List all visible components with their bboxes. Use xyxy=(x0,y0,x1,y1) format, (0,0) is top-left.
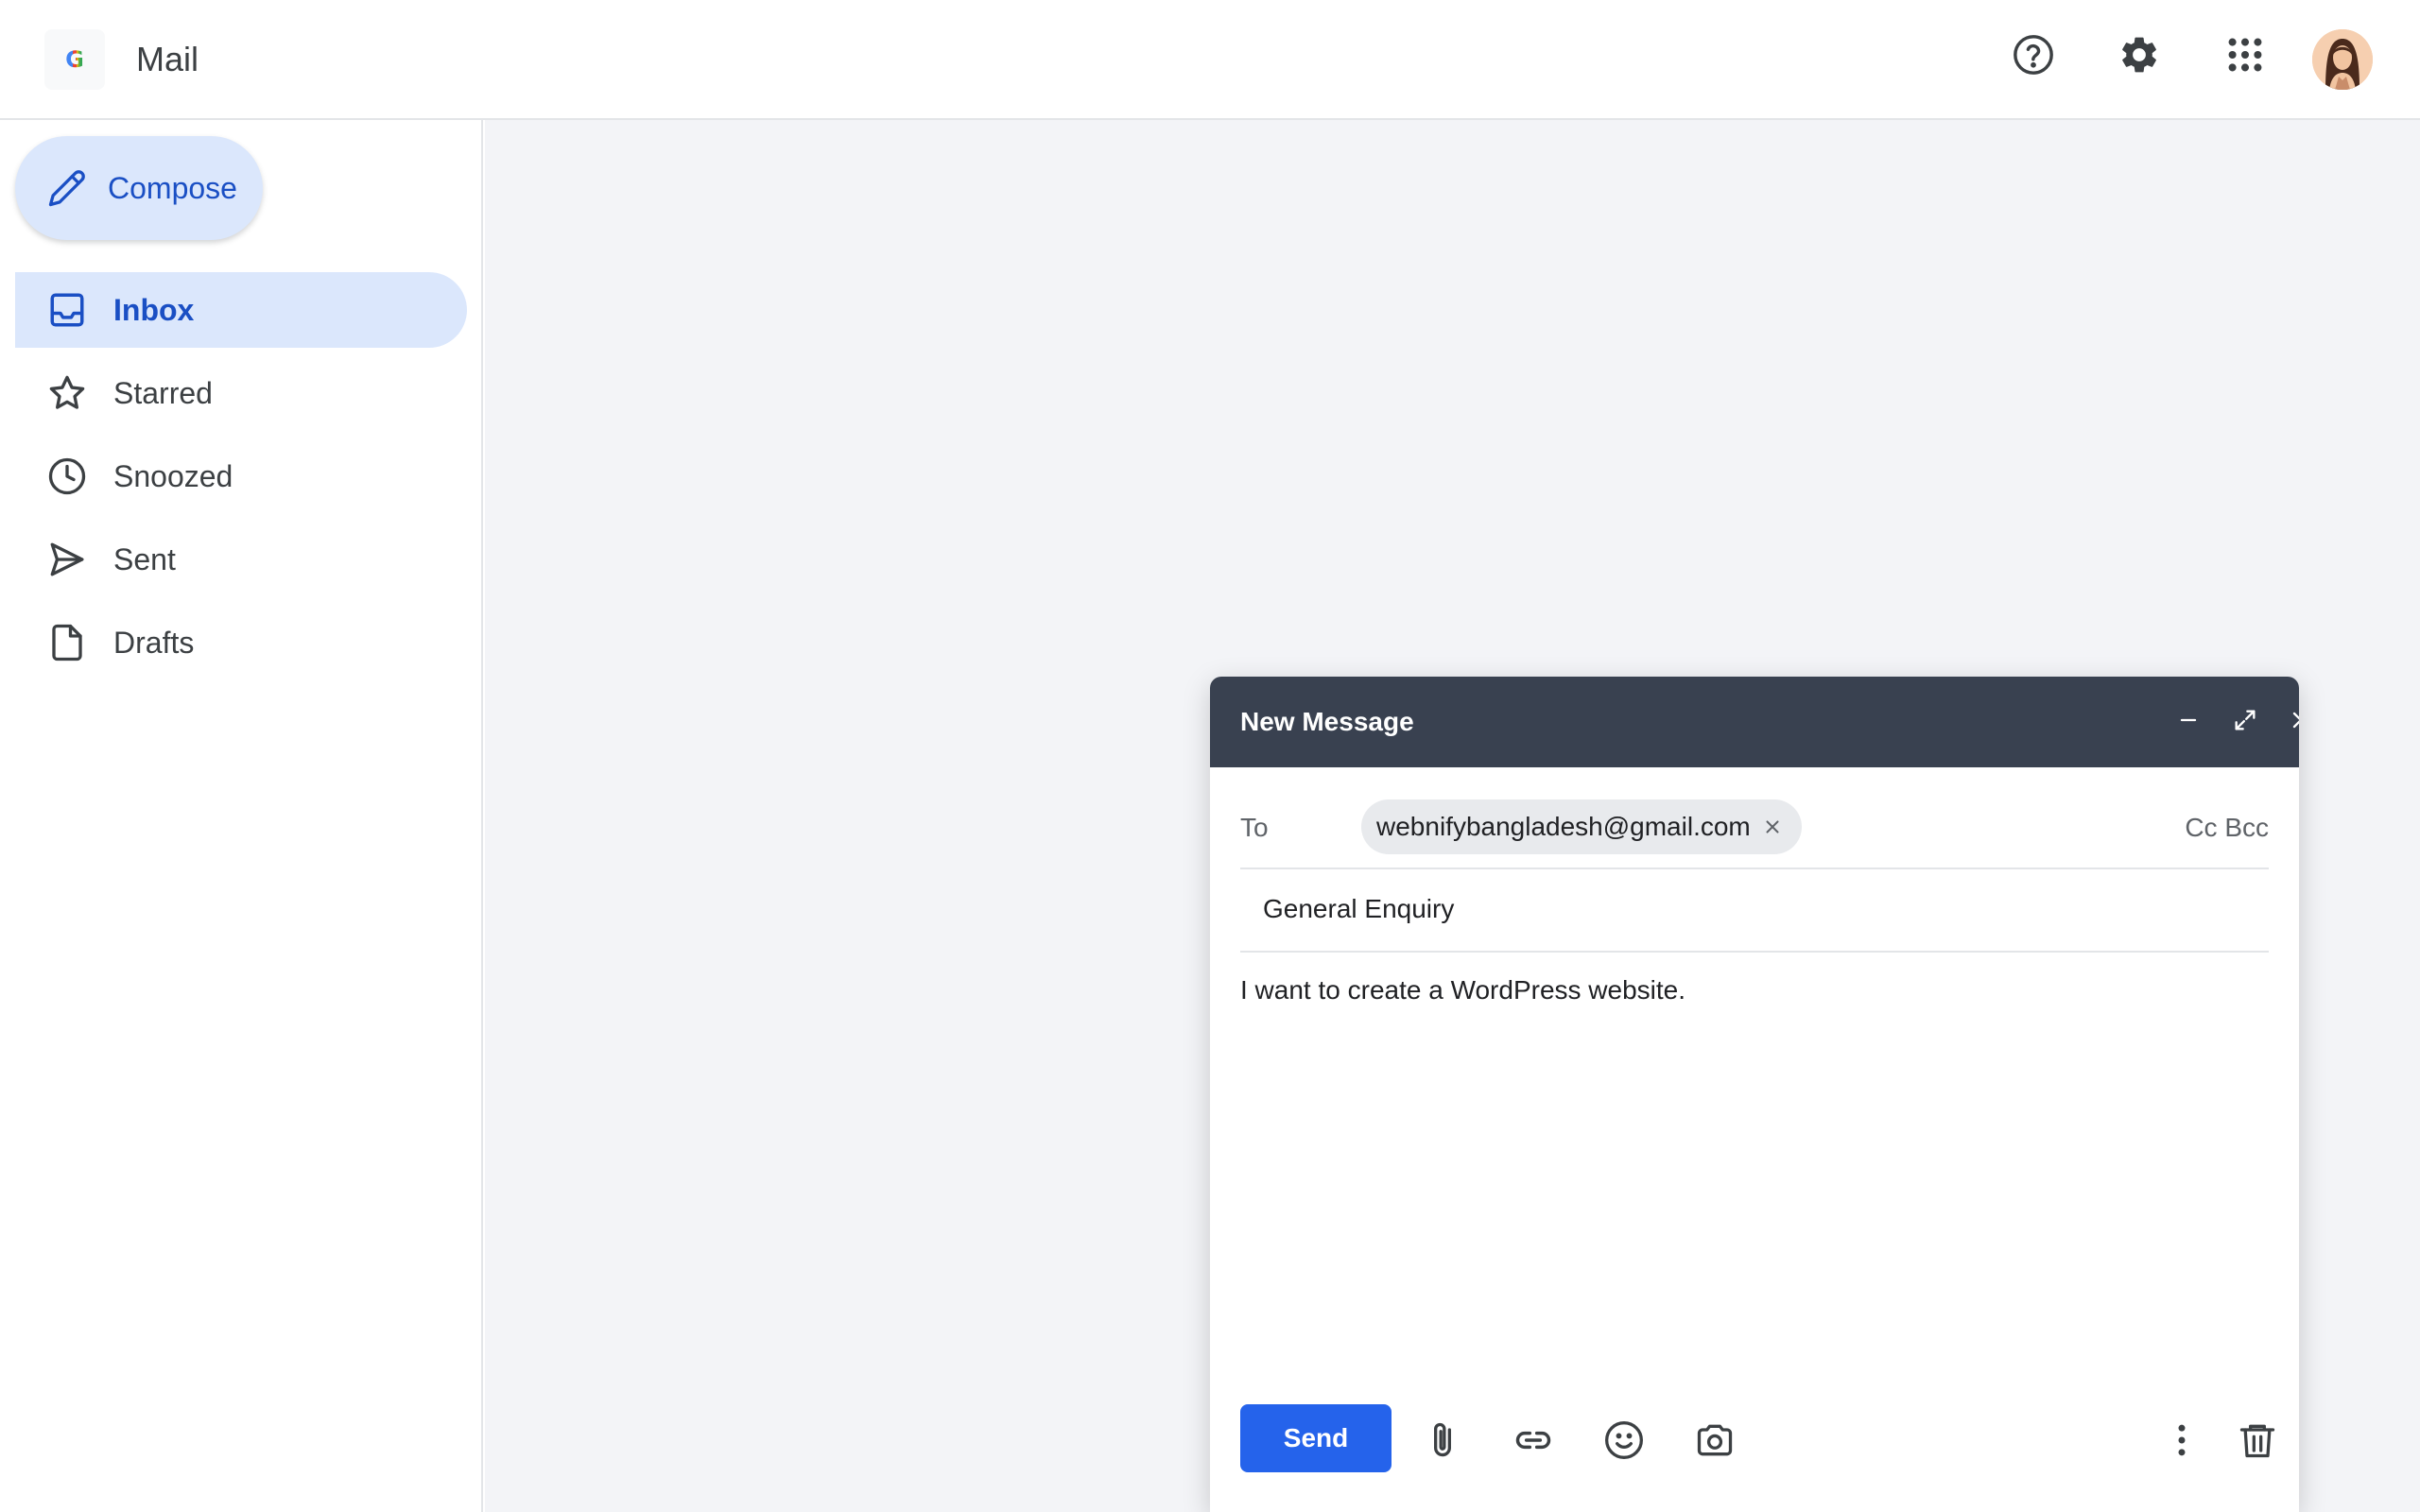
trash-icon[interactable] xyxy=(2233,1416,2282,1465)
minimize-icon[interactable] xyxy=(2168,699,2209,741)
sidebar-item-starred[interactable]: Starred xyxy=(15,355,467,431)
clock-icon xyxy=(48,457,86,495)
star-icon xyxy=(49,375,85,409)
recipient-email: webnifybangladesh@gmail.com xyxy=(1376,812,1751,841)
link-icon[interactable] xyxy=(1509,1416,1558,1465)
send-button[interactable]: Send xyxy=(1240,1404,1392,1472)
cc-bcc-link[interactable]: Cc Bcc xyxy=(2185,811,2269,845)
recipient-chip[interactable]: webnifybangladesh@gmail.com xyxy=(1361,799,1802,854)
recipients-row: To webnifybangladesh@gmail.com Cc Bcc xyxy=(1240,798,2269,869)
gear-icon[interactable] xyxy=(2109,25,2169,85)
camera-icon[interactable] xyxy=(1690,1416,1739,1465)
sidebar-item-label: Starred xyxy=(113,375,213,410)
sidebar-item-label: Snoozed xyxy=(113,458,233,493)
compose-button[interactable]: Compose xyxy=(15,136,263,240)
sidebar: Compose Inbox Starred Snoozed Sent Draft… xyxy=(0,120,483,1512)
send-icon xyxy=(50,542,84,576)
sidebar-item-snoozed[interactable]: Snoozed xyxy=(15,438,467,514)
inbox-icon xyxy=(50,293,84,327)
app-title: Mail xyxy=(136,40,199,78)
top-app-bar: G Mail xyxy=(0,0,2420,120)
sidebar-item-inbox[interactable]: Inbox xyxy=(15,272,467,348)
to-label: To xyxy=(1240,813,1269,842)
sidebar-item-drafts[interactable]: Drafts xyxy=(15,605,467,680)
expand-icon[interactable] xyxy=(2224,699,2266,741)
sidebar-item-sent[interactable]: Sent xyxy=(15,522,467,597)
close-icon[interactable] xyxy=(2280,699,2299,741)
user-avatar[interactable] xyxy=(2312,29,2373,90)
paperclip-icon[interactable] xyxy=(1418,1416,1467,1465)
google-logo[interactable]: G xyxy=(44,29,105,90)
grid-apps-icon[interactable] xyxy=(2215,25,2275,85)
emoji-icon[interactable] xyxy=(1599,1416,1649,1465)
sidebar-item-label: Inbox xyxy=(113,292,195,327)
compose-window-header[interactable]: New Message xyxy=(1210,677,2299,767)
help-circle-icon[interactable] xyxy=(2003,25,2064,85)
compose-window: New Message To webnifybangladesh@gmail.c… xyxy=(1210,677,2299,1512)
compose-label: Compose xyxy=(108,170,237,205)
subject-input[interactable] xyxy=(1240,881,2269,937)
message-body-input[interactable]: I want to create a WordPress website. xyxy=(1240,971,2269,1387)
more-options-icon[interactable] xyxy=(2157,1416,2206,1465)
subject-row xyxy=(1240,869,2269,953)
google-logo-letter: G xyxy=(65,46,84,73)
file-icon xyxy=(52,624,82,662)
sidebar-item-label: Sent xyxy=(113,541,176,576)
pencil-icon xyxy=(48,170,85,207)
remove-recipient-icon[interactable] xyxy=(1760,815,1785,839)
sidebar-item-label: Drafts xyxy=(113,625,195,660)
compose-window-title: New Message xyxy=(1240,707,1414,736)
